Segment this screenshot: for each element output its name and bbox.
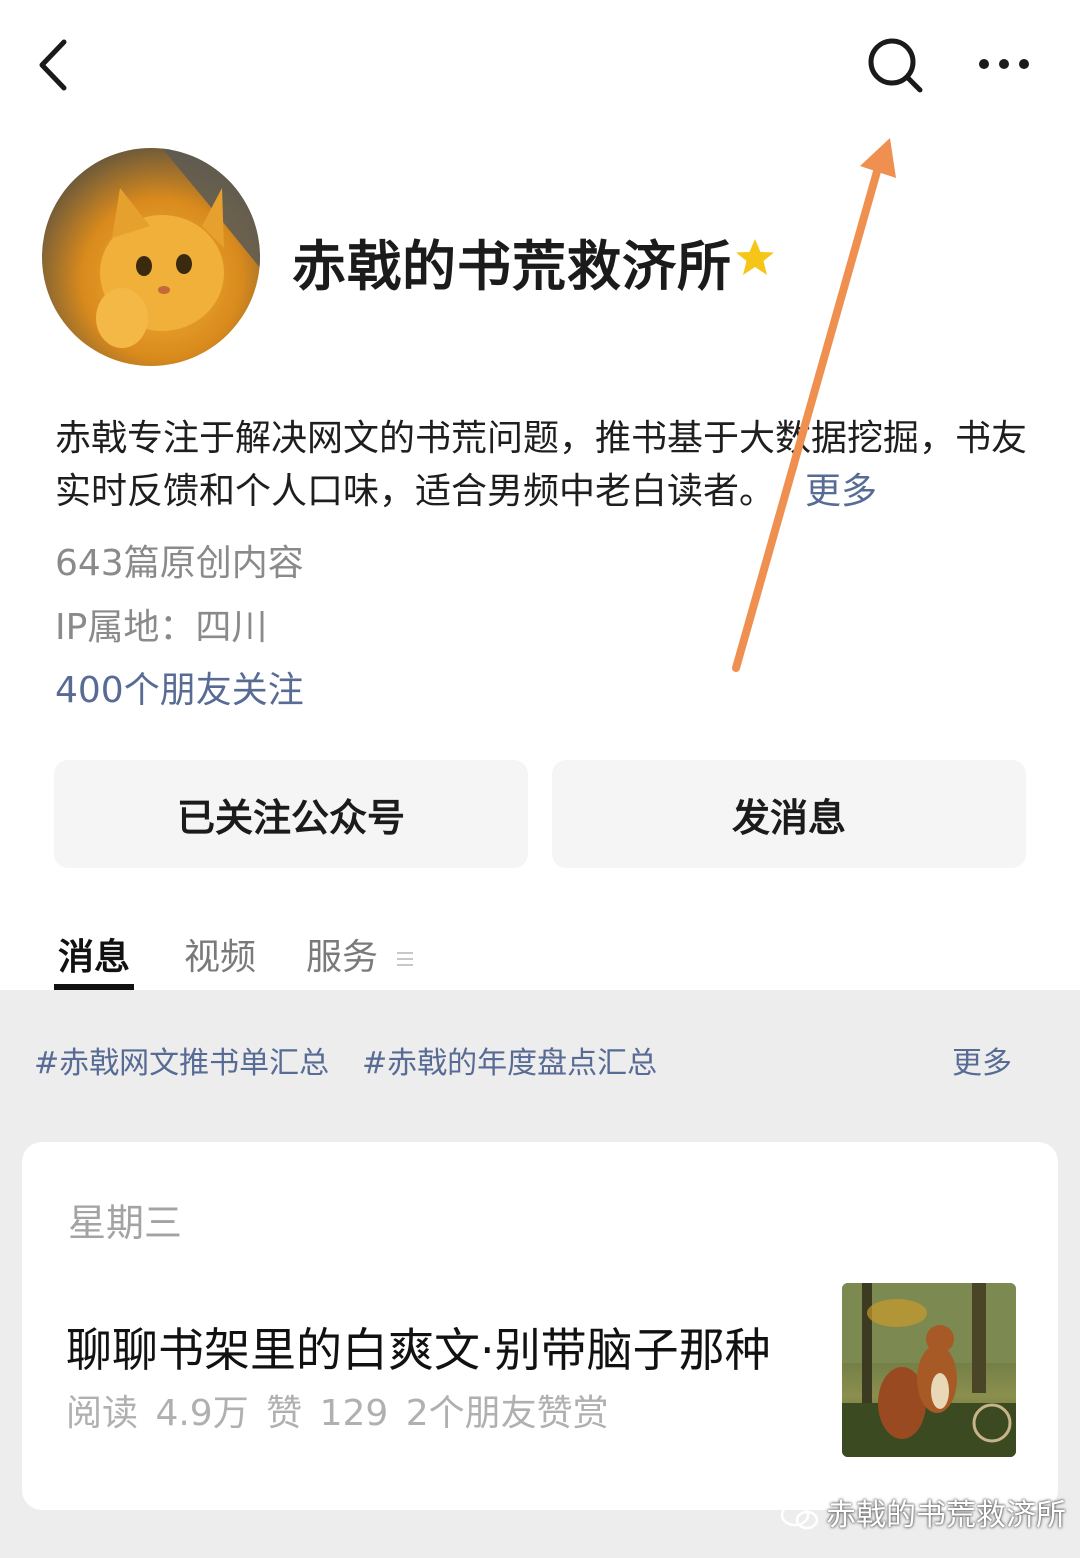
- tab-videos[interactable]: 视频: [184, 928, 256, 980]
- menu-icon: [397, 952, 414, 966]
- watermark: 赤戟的书荒救济所: [780, 1490, 1066, 1534]
- account-name: 赤戟的书荒救济所: [292, 235, 732, 298]
- search-icon[interactable]: [862, 32, 928, 98]
- more-icon[interactable]: [972, 50, 1036, 78]
- cat-avatar-image: [96, 148, 260, 348]
- tag-annual-summary[interactable]: #赤戟的年度盘点汇总: [362, 1038, 657, 1082]
- annotation-arrow-icon: [732, 138, 896, 672]
- tab-messages[interactable]: 消息: [58, 928, 130, 980]
- watermark-text: 赤戟的书荒救济所: [826, 1498, 1066, 1533]
- follow-button[interactable]: 已关注公众号: [54, 760, 528, 868]
- ip-location: IP属地：四川: [55, 607, 268, 648]
- tab-bar: 消息 视频 服务: [0, 928, 1080, 990]
- feed-day-label: 星期三: [68, 1201, 183, 1245]
- squirrel-image: [842, 1283, 1016, 1457]
- article-count: 643篇原创内容: [55, 543, 304, 584]
- article-title[interactable]: 聊聊书架里的白爽文·别带脑子那种: [66, 1314, 771, 1380]
- avatar[interactable]: [42, 148, 260, 366]
- friends-following-link[interactable]: 400个朋友关注: [55, 661, 304, 713]
- tags-more-link[interactable]: 更多: [952, 1038, 1012, 1082]
- tab-services-label: 服务: [306, 937, 379, 978]
- wechat-icon: [780, 1503, 819, 1529]
- tag-booklist-summary[interactable]: #赤戟网文推书单汇总: [34, 1038, 329, 1082]
- article-thumbnail[interactable]: [842, 1283, 1016, 1457]
- article-stats: 阅读 4.9万 赞 129 2个朋友赞赏: [66, 1393, 609, 1434]
- tab-services[interactable]: 服务: [306, 928, 415, 980]
- back-icon[interactable]: [30, 30, 80, 100]
- send-message-button[interactable]: 发消息: [552, 760, 1026, 868]
